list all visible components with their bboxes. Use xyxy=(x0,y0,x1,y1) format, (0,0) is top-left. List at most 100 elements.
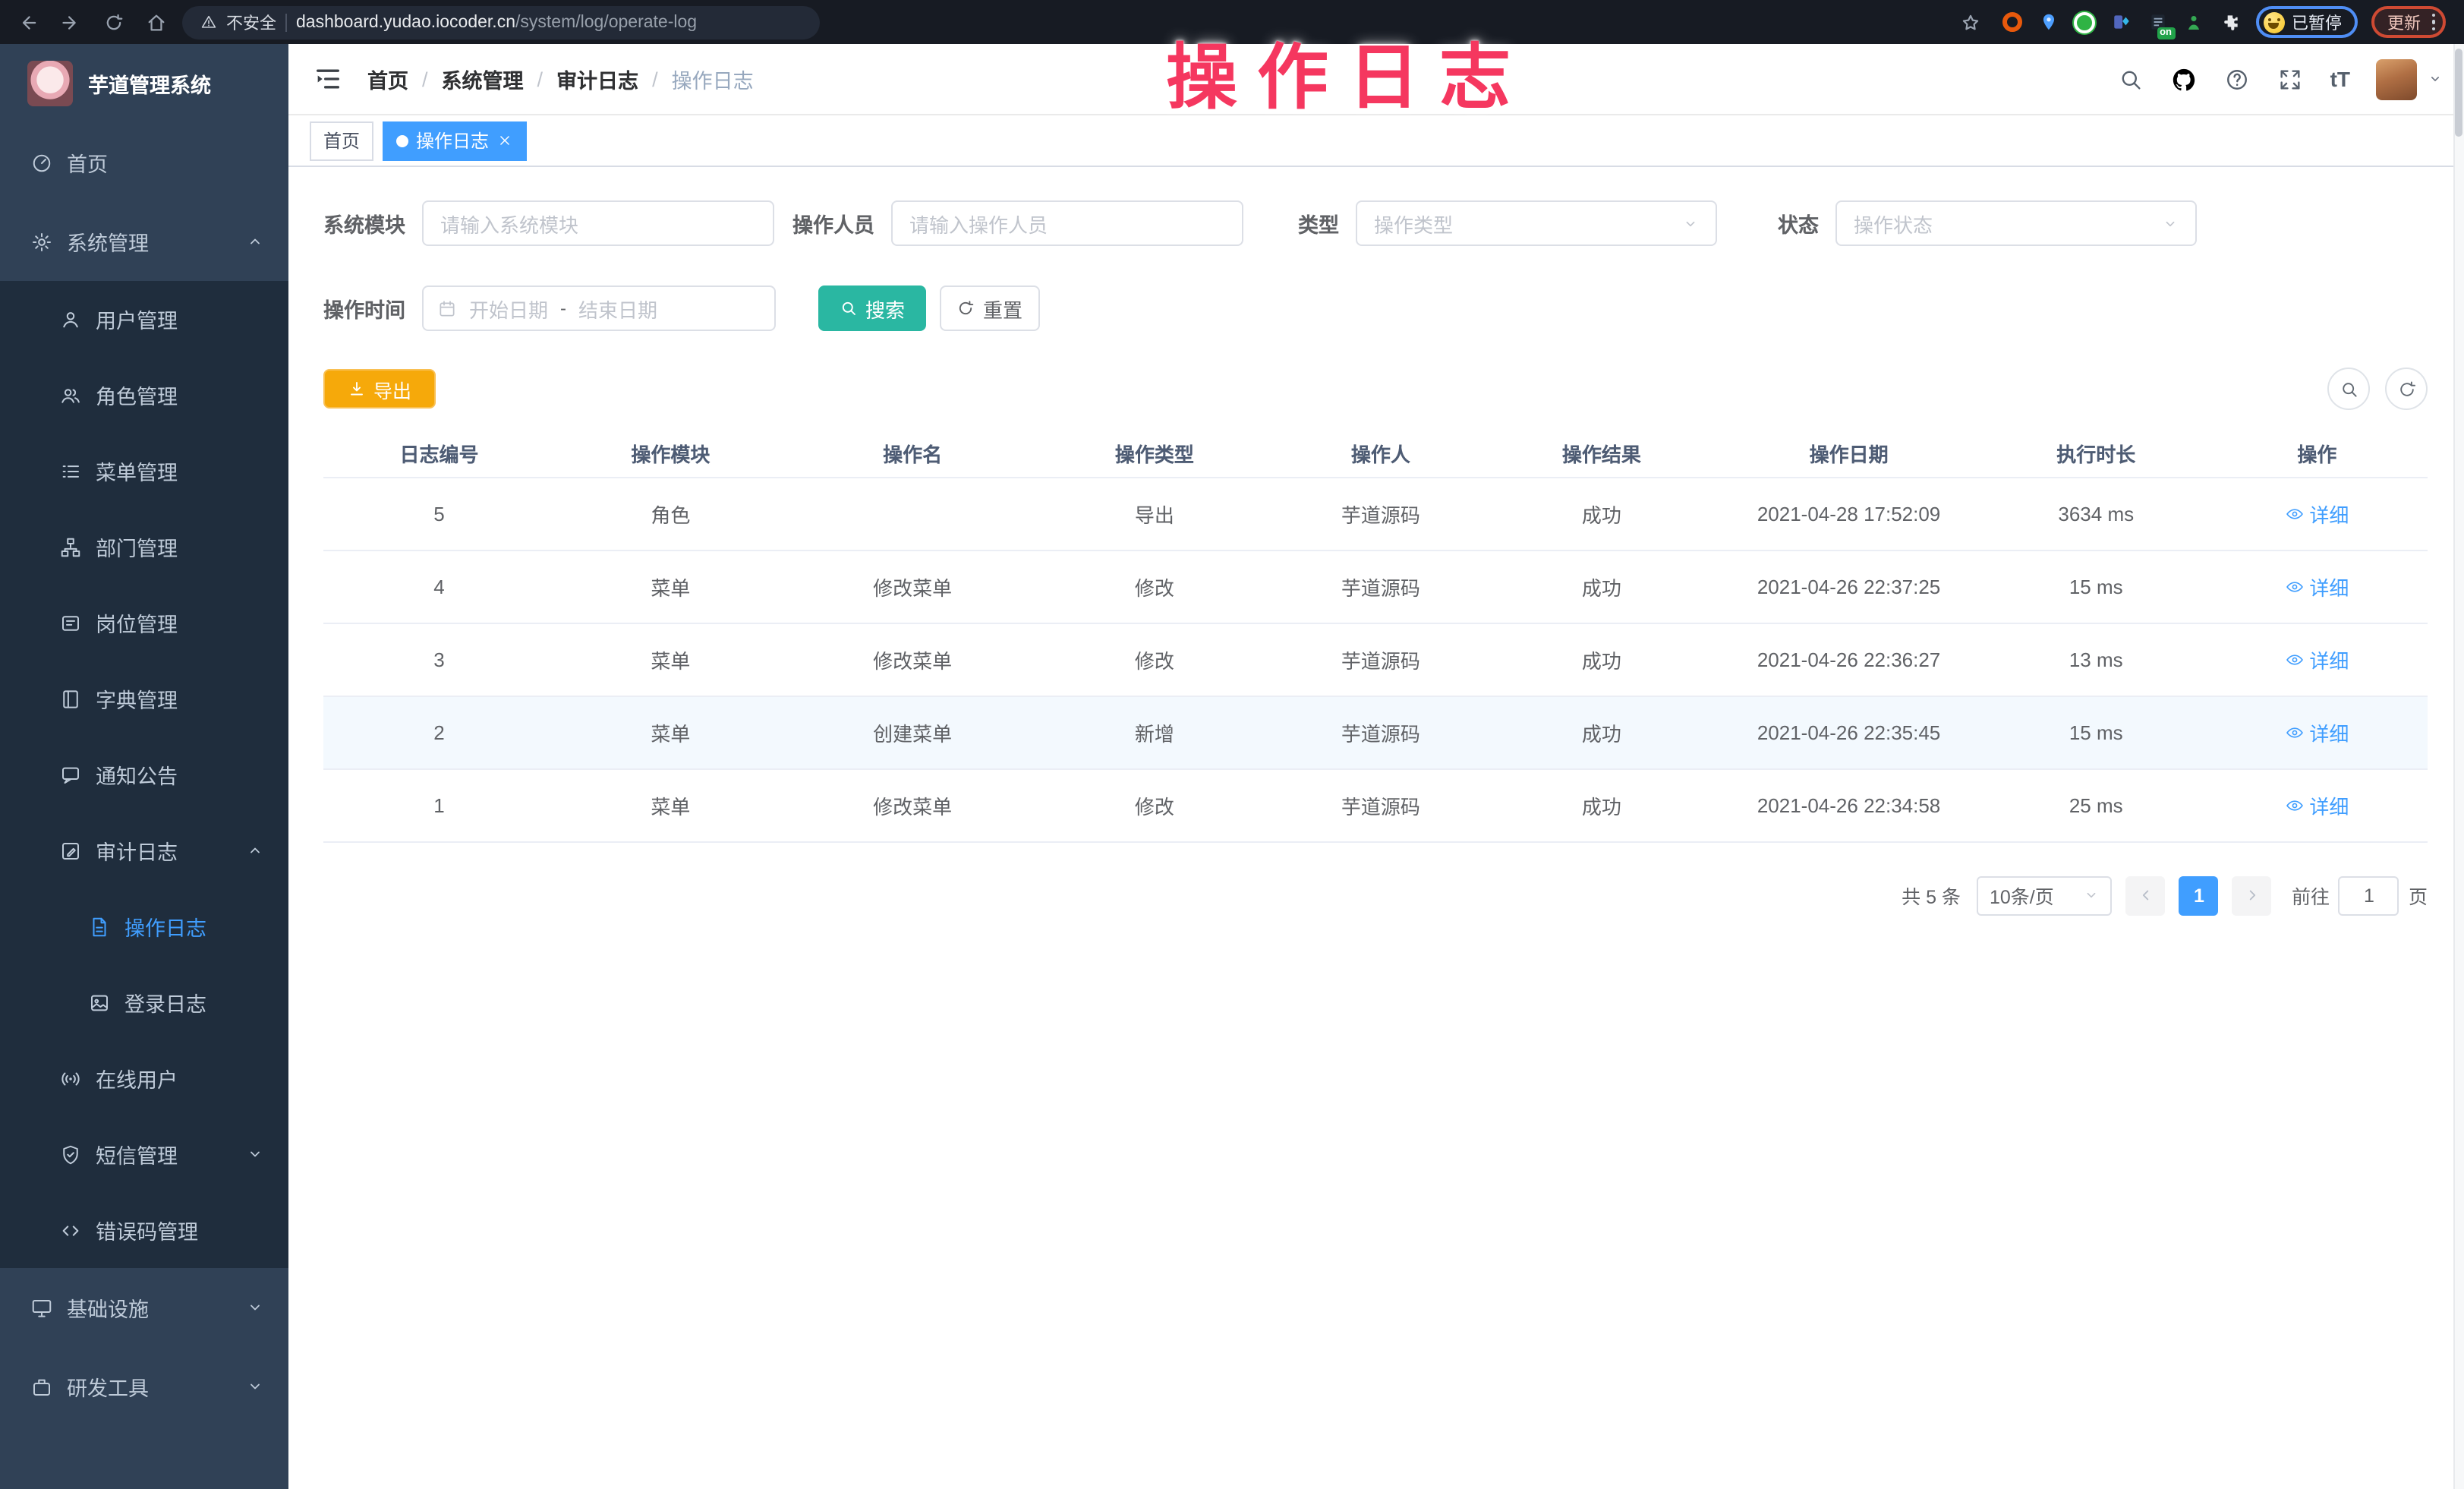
sidebar-item-announcement[interactable]: 通知公告 xyxy=(0,737,288,812)
browser-back-button[interactable] xyxy=(12,5,46,39)
breadcrumb-home[interactable]: 首页 xyxy=(367,64,408,94)
table-cell: 修改菜单 xyxy=(786,550,1039,623)
type-select[interactable]: 操作类型 xyxy=(1356,200,1717,246)
tab-home[interactable]: 首页 xyxy=(310,121,373,160)
briefcase-icon xyxy=(30,1375,53,1398)
logo-image xyxy=(27,61,73,106)
date-range-input[interactable]: 开始日期 - 结束日期 xyxy=(422,285,776,331)
detail-link[interactable]: 详细 xyxy=(2285,499,2349,528)
avatar[interactable] xyxy=(2376,58,2417,99)
breadcrumb-audit[interactable]: 审计日志 xyxy=(556,64,638,94)
sidebar-item-dev-tools[interactable]: 研发工具 xyxy=(0,1347,288,1426)
download-icon xyxy=(348,380,366,398)
prev-page-button[interactable] xyxy=(2126,875,2166,915)
user-menu[interactable] xyxy=(2376,58,2443,99)
start-date-placeholder: 开始日期 xyxy=(469,294,548,323)
sidebar-item-dept-mgmt[interactable]: 部门管理 xyxy=(0,509,288,585)
paused-profile-chip[interactable]: 已暂停 xyxy=(2255,6,2357,38)
sidebar-fold-button[interactable] xyxy=(313,64,343,94)
table-cell xyxy=(786,477,1039,550)
page-size-select[interactable]: 10条/页 xyxy=(1977,875,2113,915)
export-button[interactable]: 导出 xyxy=(323,369,436,409)
help-icon[interactable] xyxy=(2224,65,2251,93)
sidebar-item-sms-mgmt[interactable]: 短信管理 xyxy=(0,1116,288,1192)
sidebar-item-post-mgmt[interactable]: 岗位管理 xyxy=(0,585,288,661)
table-cell: 25 ms xyxy=(1986,768,2207,841)
login-log-image-icon xyxy=(88,991,111,1014)
reset-button[interactable]: 重置 xyxy=(940,285,1040,331)
table-cell: 5 xyxy=(323,477,555,550)
browser-reload-button[interactable] xyxy=(97,5,131,39)
bookmark-star-icon[interactable] xyxy=(1953,5,1987,39)
operator-input[interactable]: 请输入操作人员 xyxy=(891,200,1243,246)
extension-blue-pin-icon[interactable] xyxy=(2037,11,2059,33)
browser-home-button[interactable] xyxy=(140,5,173,39)
table-cell: 菜单 xyxy=(555,550,786,623)
app-window: 芋道管理系统 首页 系统管理 用户管理 角色管理 xyxy=(0,44,2464,1489)
table-cell: 15 ms xyxy=(1986,696,2207,768)
column-header: 日志编号 xyxy=(323,430,555,477)
sidebar-item-audit-log[interactable]: 审计日志 xyxy=(0,812,288,888)
security-label[interactable]: 不安全 xyxy=(226,10,276,34)
sidebar-item-menu-mgmt[interactable]: 菜单管理 xyxy=(0,433,288,509)
detail-link[interactable]: 详细 xyxy=(2285,645,2349,674)
browser-menu-icon[interactable] xyxy=(2431,14,2435,31)
page-url[interactable]: dashboard.yudao.iocoder.cn/system/log/op… xyxy=(296,13,697,31)
module-input[interactable]: 请输入系统模块 xyxy=(422,200,774,246)
font-size-icon[interactable]: tT xyxy=(2330,67,2350,91)
sidebar-item-operate-log[interactable]: 操作日志 xyxy=(0,888,288,964)
table-cell: 修改菜单 xyxy=(786,768,1039,841)
detail-link[interactable]: 详细 xyxy=(2285,572,2349,601)
next-page-button[interactable] xyxy=(2232,875,2272,915)
sidebar-item-home[interactable]: 首页 xyxy=(0,123,288,202)
update-chip[interactable]: 更新 xyxy=(2371,6,2446,38)
sidebar-item-online-users[interactable]: 在线用户 xyxy=(0,1040,288,1116)
announcement-icon xyxy=(59,763,82,786)
sidebar-logo[interactable]: 芋道管理系统 xyxy=(0,44,288,123)
sidebar-item-login-log[interactable]: 登录日志 xyxy=(0,964,288,1040)
extension-split-square-icon[interactable] xyxy=(2110,11,2132,33)
address-bar[interactable]: 不安全 dashboard.yudao.iocoder.cn/system/lo… xyxy=(182,5,820,39)
detail-link[interactable]: 详细 xyxy=(2285,718,2349,746)
sidebar-item-infrastructure[interactable]: 基础设施 xyxy=(0,1268,288,1347)
detail-link[interactable]: 详细 xyxy=(2285,790,2349,819)
table-header-row: 日志编号 操作模块 操作名 操作类型 操作人 操作结果 操作日期 执行时长 操作 xyxy=(323,430,2428,477)
table-cell: 修改 xyxy=(1038,550,1270,623)
table-cell: 2021-04-26 22:35:45 xyxy=(1712,696,1985,768)
chevron-right-icon xyxy=(2244,887,2261,904)
close-icon[interactable] xyxy=(496,132,513,149)
extension-orange-ring-icon[interactable] xyxy=(2000,11,2023,33)
search-button[interactable]: 搜索 xyxy=(818,285,926,331)
page-number-button[interactable]: 1 xyxy=(2179,875,2219,915)
main-area: 首页 / 系统管理 / 审计日志 / 操作日志 tT xyxy=(288,44,2464,1489)
sidebar-item-role-mgmt[interactable]: 角色管理 xyxy=(0,357,288,433)
table-cell: 芋道源码 xyxy=(1270,696,1491,768)
table-cell: 3 xyxy=(323,623,555,696)
shield-check-icon xyxy=(59,1143,82,1166)
refresh-table-button[interactable] xyxy=(2385,368,2428,410)
browser-forward-button[interactable] xyxy=(55,5,88,39)
extension-dark-stack-icon[interactable]: on xyxy=(2146,11,2169,33)
show-search-button[interactable] xyxy=(2327,368,2370,410)
breadcrumb: 首页 / 系统管理 / 审计日志 / 操作日志 xyxy=(367,64,754,94)
extensions-puzzle-icon[interactable] xyxy=(2219,11,2242,33)
sidebar-item-dict-mgmt[interactable]: 字典管理 xyxy=(0,661,288,737)
github-icon[interactable] xyxy=(2171,65,2198,93)
extension-green-figure-icon[interactable] xyxy=(2182,11,2205,33)
scrollbar-thumb[interactable] xyxy=(2455,49,2462,137)
code-icon xyxy=(59,1219,82,1241)
goto-page-input[interactable]: 1 xyxy=(2339,875,2399,915)
search-icon[interactable] xyxy=(2118,65,2145,93)
sidebar-item-errorcode-mgmt[interactable]: 错误码管理 xyxy=(0,1192,288,1268)
page-scrollbar[interactable] xyxy=(2453,44,2464,1489)
sidebar-item-user-mgmt[interactable]: 用户管理 xyxy=(0,281,288,357)
status-select[interactable]: 操作状态 xyxy=(1835,200,2197,246)
extension-green-circle-icon[interactable] xyxy=(2073,11,2096,33)
breadcrumb-system[interactable]: 系统管理 xyxy=(442,64,524,94)
tab-operate-log[interactable]: 操作日志 xyxy=(383,121,527,160)
chevron-up-icon xyxy=(246,232,264,251)
sidebar-item-system-mgmt[interactable]: 系统管理 xyxy=(0,202,288,281)
fullscreen-icon[interactable] xyxy=(2277,65,2305,93)
table-cell: 4 xyxy=(323,550,555,623)
operator-label: 操作人员 xyxy=(792,208,874,238)
